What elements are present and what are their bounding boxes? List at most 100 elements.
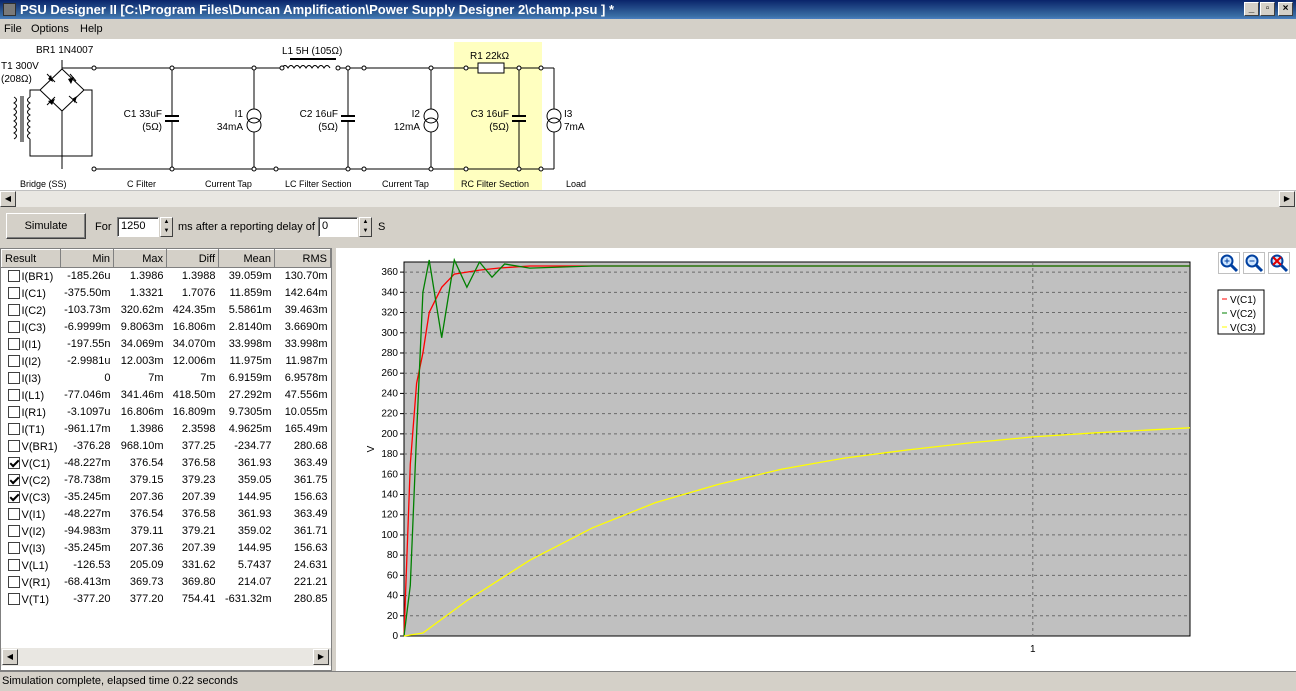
- result-checkbox[interactable]: [7, 320, 20, 333]
- table-scroll-left-icon[interactable]: ◀: [2, 649, 18, 665]
- result-checkbox[interactable]: [7, 337, 20, 350]
- result-checkbox[interactable]: [7, 473, 20, 486]
- result-name-cell[interactable]: I(T1): [2, 421, 61, 438]
- cell-mean: 33.998m: [228, 338, 272, 350]
- column-header-mean[interactable]: Mean: [218, 249, 275, 268]
- capacitor-c1-symbol[interactable]: [165, 68, 179, 169]
- table-row[interactable]: I(L1) -77.046m 341.46m 418.50m 27.292m 47.556…: [2, 387, 331, 404]
- result-checkbox[interactable]: [7, 456, 20, 469]
- current-source-i2-symbol[interactable]: [423, 68, 439, 169]
- result-name-cell[interactable]: I(I1): [2, 336, 61, 353]
- menu-options[interactable]: Options: [31, 19, 69, 39]
- close-button[interactable]: ×: [1278, 2, 1293, 16]
- result-checkbox[interactable]: [7, 541, 20, 554]
- result-checkbox[interactable]: [7, 490, 20, 503]
- table-row[interactable]: V(C1) -48.227m 376.54 376.58 361.93 363.49: [2, 455, 331, 472]
- table-row[interactable]: V(C2) -78.738m 379.15 379.23 359.05 361.75: [2, 472, 331, 489]
- delay-input[interactable]: 0: [318, 217, 358, 237]
- table-row[interactable]: V(I3) -35.245m 207.36 207.39 144.95 156.63: [2, 540, 331, 557]
- column-header-min[interactable]: Min: [60, 249, 115, 268]
- zoom-in-icon[interactable]: [1218, 252, 1240, 274]
- result-name-cell[interactable]: V(C1): [2, 455, 61, 472]
- table-row[interactable]: V(BR1) -376.28 968.10m 377.25 -234.77 280.68: [2, 438, 331, 455]
- column-header-max[interactable]: Max: [113, 249, 168, 268]
- result-name-cell[interactable]: I(BR1): [2, 268, 61, 285]
- title-bar[interactable]: PSU Designer II [C:\Program Files\Duncan…: [0, 0, 1296, 19]
- result-checkbox[interactable]: [7, 303, 20, 316]
- table-row[interactable]: I(C1) -375.50m 1.3321 1.7076 11.859m 142.64m: [2, 285, 331, 302]
- table-row[interactable]: V(L1) -126.53 205.09 331.62 5.7437 24.631: [2, 557, 331, 574]
- zoom-reset-icon[interactable]: [1268, 252, 1290, 274]
- current-source-i3-symbol[interactable]: [546, 68, 562, 169]
- result-checkbox[interactable]: [7, 286, 20, 299]
- result-checkbox[interactable]: [7, 354, 20, 367]
- table-row[interactable]: I(T1) -961.17m 1.3986 2.3598 4.9625m 165.49m: [2, 421, 331, 438]
- result-name-cell[interactable]: I(C1): [2, 285, 61, 302]
- table-row[interactable]: I(R1) -3.1097u 16.806m 16.809m 9.7305m 10.055…: [2, 404, 331, 421]
- result-checkbox[interactable]: [7, 439, 20, 452]
- result-name-cell[interactable]: V(I1): [2, 506, 61, 523]
- bridge-rectifier-symbol[interactable]: [39, 60, 85, 169]
- result-name-cell[interactable]: I(I2): [2, 353, 61, 370]
- result-checkbox[interactable]: [7, 507, 20, 520]
- delay-spinner[interactable]: ▲ ▼: [359, 217, 372, 237]
- duration-spinner[interactable]: ▲ ▼: [160, 217, 173, 237]
- table-row[interactable]: I(I1) -197.55n 34.069m 34.070m 33.998m 33.998…: [2, 336, 331, 353]
- column-header-diff[interactable]: Diff: [166, 249, 220, 268]
- result-name-cell[interactable]: I(I3): [2, 370, 61, 387]
- result-name-cell[interactable]: V(I2): [2, 523, 61, 540]
- table-scroll-right-icon[interactable]: ▶: [313, 649, 329, 665]
- table-row[interactable]: V(I1) -48.227m 376.54 376.58 361.93 363.49: [2, 506, 331, 523]
- result-name-cell[interactable]: I(L1): [2, 387, 61, 404]
- column-header-rms[interactable]: RMS: [274, 249, 331, 268]
- result-checkbox[interactable]: [7, 592, 20, 605]
- result-name-cell[interactable]: V(I3): [2, 540, 61, 557]
- result-name-cell[interactable]: V(C2): [2, 472, 61, 489]
- minimize-button[interactable]: _: [1244, 2, 1259, 16]
- table-row[interactable]: V(C3) -35.245m 207.36 207.39 144.95 156.63: [2, 489, 331, 506]
- result-checkbox[interactable]: [7, 371, 20, 384]
- result-checkbox[interactable]: [7, 524, 20, 537]
- result-checkbox[interactable]: [7, 405, 20, 418]
- result-name-cell[interactable]: V(L1): [2, 557, 61, 574]
- table-row[interactable]: V(R1) -68.413m 369.73 369.80 214.07 221.21: [2, 574, 331, 591]
- table-row[interactable]: I(C2) -103.73m 320.62m 424.35m 5.5861m 39.463…: [2, 302, 331, 319]
- zoom-out-icon[interactable]: [1243, 252, 1265, 274]
- menu-file[interactable]: File: [4, 19, 22, 39]
- current-source-i1-symbol[interactable]: [246, 68, 262, 169]
- schematic-scrollbar[interactable]: ◀ ▶: [0, 190, 1296, 207]
- cell-mean: 39.059m: [228, 270, 272, 283]
- column-header-result[interactable]: Result: [0, 249, 62, 268]
- duration-input[interactable]: 1250: [117, 217, 159, 237]
- table-row[interactable]: I(BR1) -185.26u 1.3986 1.3988 39.059m 130.70m: [2, 268, 331, 285]
- result-checkbox[interactable]: [7, 558, 20, 571]
- result-name-cell[interactable]: I(C2): [2, 302, 61, 319]
- table-row[interactable]: I(C3) -6.9999m 9.8063m 16.806m 2.8140m 3.6690…: [2, 319, 331, 336]
- scroll-left-arrow-icon[interactable]: ◀: [0, 191, 16, 207]
- app-icon[interactable]: [3, 3, 16, 16]
- capacitor-c2-symbol[interactable]: [341, 68, 355, 169]
- result-name-cell[interactable]: I(R1): [2, 404, 61, 421]
- table-row[interactable]: I(I2) -2.9981u 12.003m 12.006m 11.975m 11.987…: [2, 353, 331, 370]
- table-row[interactable]: I(I3) 0 7m 7m 6.9159m 6.9578m: [2, 370, 331, 387]
- result-name-cell[interactable]: V(BR1): [2, 438, 61, 455]
- maximize-button[interactable]: ▫: [1260, 2, 1275, 16]
- cell-mean: 144.95: [237, 491, 272, 503]
- menu-help[interactable]: Help: [80, 19, 103, 39]
- simulate-button[interactable]: Simulate: [6, 213, 86, 239]
- result-name-cell[interactable]: V(C3): [2, 489, 61, 506]
- scroll-right-arrow-icon[interactable]: ▶: [1279, 191, 1295, 207]
- y-tick-label: 180: [381, 449, 398, 460]
- result-checkbox[interactable]: [7, 269, 20, 282]
- result-checkbox[interactable]: [7, 388, 20, 401]
- result-checkbox[interactable]: [7, 575, 20, 588]
- resistor-r1-symbol[interactable]: [477, 62, 505, 74]
- result-name-cell[interactable]: I(C3): [2, 319, 61, 336]
- result-name-cell[interactable]: V(R1): [2, 574, 61, 591]
- result-name-cell[interactable]: V(T1): [2, 591, 61, 608]
- inductor-l1-symbol[interactable]: [281, 58, 336, 69]
- table-scrollbar[interactable]: ◀ ▶: [1, 648, 331, 666]
- table-row[interactable]: V(I2) -94.983m 379.11 379.21 359.02 361.71: [2, 523, 331, 540]
- result-checkbox[interactable]: [7, 422, 20, 435]
- table-row[interactable]: V(T1) -377.20 377.20 754.41 -631.32m 280.85: [2, 591, 331, 608]
